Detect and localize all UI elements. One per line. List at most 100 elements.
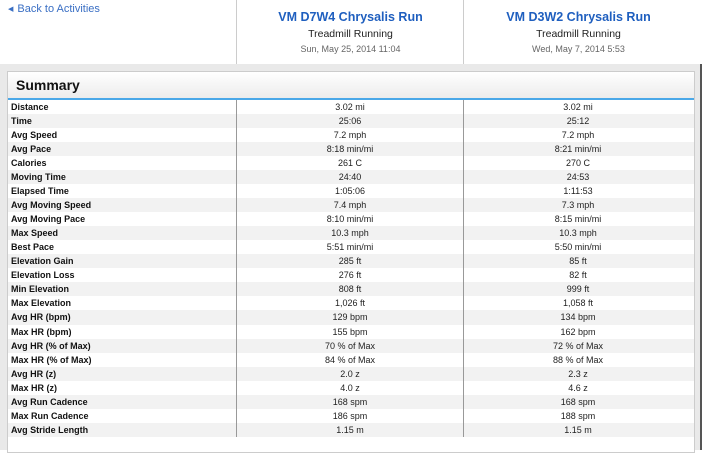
activity-2-value: 72 % of Max (463, 338, 692, 353)
summary-heading: Summary (8, 72, 694, 100)
activity-title-link[interactable]: VM D3W2 Chrysalis Run (464, 10, 693, 24)
activity-2-value: 25:12 (463, 114, 692, 129)
caret-left-icon: ◀ (8, 6, 14, 13)
activity-1-value: 8:10 min/mi (236, 212, 463, 227)
table-row: Avg Speed 7.2 mph 7.2 mph (8, 128, 694, 143)
activity-2-value: 3.02 mi (463, 100, 692, 115)
activity-1-value: 3.02 mi (236, 100, 463, 115)
table-row: Avg HR (z) 2.0 z 2.3 z (8, 366, 694, 381)
activity-title-link[interactable]: VM D7W4 Chrysalis Run (237, 10, 464, 24)
table-row: Max Elevation 1,026 ft 1,058 ft (8, 296, 694, 311)
row-label: Avg Speed (11, 130, 58, 141)
activity-1-value: 10.3 mph (236, 226, 463, 241)
activity-1-value: 7.4 mph (236, 198, 463, 213)
activity-1-value: 168 spm (236, 394, 463, 409)
activity-1-value: 84 % of Max (236, 352, 463, 367)
table-row: Time 25:06 25:12 (8, 114, 694, 129)
activity-2-value: 8:15 min/mi (463, 212, 692, 227)
activity-2-value: 88 % of Max (463, 352, 692, 367)
activity-1-value: 5:51 min/mi (236, 240, 463, 255)
activity-type: Treadmill Running (308, 28, 393, 40)
row-label: Avg HR (% of Max) (11, 340, 91, 351)
table-row: Avg Moving Speed 7.4 mph 7.3 mph (8, 198, 694, 213)
row-label: Min Elevation (11, 284, 70, 295)
table-row: Avg Stride Length 1.15 m 1.15 m (8, 422, 694, 437)
activity-2-value: 270 C (463, 156, 692, 171)
activity-2-value: 999 ft (463, 282, 692, 297)
row-label: Elapsed Time (11, 186, 69, 197)
activity-1-value: 4.0 z (236, 380, 463, 395)
table-row: Elevation Loss 276 ft 82 ft (8, 268, 694, 283)
activity-header-1: VM D7W4 Chrysalis Run Treadmill Running … (236, 0, 464, 64)
summary-table: Distance 3.02 mi 3.02 mi Time 25:06 25:12 Avg … (8, 100, 694, 437)
table-row: Avg Run Cadence 168 spm 168 spm (8, 394, 694, 409)
activity-2-value: 10.3 mph (463, 226, 692, 241)
activity-1-value: 70 % of Max (236, 338, 463, 353)
row-label: Max Speed (11, 228, 59, 239)
activity-1-value: 276 ft (236, 268, 463, 283)
row-label: Elevation Loss (11, 270, 75, 281)
activity-2-value: 2.3 z (463, 366, 692, 381)
activity-2-value: 82 ft (463, 268, 692, 283)
table-row: Elevation Gain 285 ft 85 ft (8, 254, 694, 269)
activity-2-value: 24:53 (463, 170, 692, 185)
back-to-activities-link[interactable]: ◀ Back to Activities (8, 3, 100, 15)
row-label: Avg Stride Length (11, 424, 89, 435)
back-link-label: Back to Activities (17, 3, 100, 15)
activity-1-value: 25:06 (236, 114, 463, 129)
activity-header-2: VM D3W2 Chrysalis Run Treadmill Running … (463, 0, 693, 64)
activity-date: Sun, May 25, 2014 11:04 (300, 44, 401, 54)
row-label: Avg HR (z) (11, 368, 57, 379)
row-label: Distance (11, 102, 49, 112)
row-label: Avg Moving Pace (11, 214, 86, 225)
table-row: Avg HR (bpm) 129 bpm 134 bpm (8, 310, 694, 325)
table-row: Calories 261 C 270 C (8, 156, 694, 171)
table-row: Elapsed Time 1:05:06 1:11:53 (8, 184, 694, 199)
table-row: Avg HR (% of Max) 70 % of Max 72 % of Max (8, 338, 694, 353)
row-label: Moving Time (11, 172, 66, 183)
activity-2-value: 8:21 min/mi (463, 142, 692, 157)
row-label: Best Pace (11, 242, 55, 253)
activity-date: Wed, May 7, 2014 5:53 (532, 44, 625, 54)
activity-1-value: 8:18 min/mi (236, 142, 463, 157)
activity-2-value: 162 bpm (463, 324, 692, 339)
table-row: Best Pace 5:51 min/mi 5:50 min/mi (8, 240, 694, 255)
row-label: Avg Pace (11, 144, 52, 155)
table-row: Avg Pace 8:18 min/mi 8:21 min/mi (8, 142, 694, 157)
summary-panel: Summary Distance 3.02 mi 3.02 mi Time 25:06 2… (0, 64, 702, 453)
summary-box: Summary Distance 3.02 mi 3.02 mi Time 25:06 2… (7, 71, 695, 453)
row-label: Max Elevation (11, 298, 72, 309)
row-label: Avg Moving Speed (11, 200, 92, 211)
activity-2-value: 134 bpm (463, 310, 692, 325)
activity-2-value: 168 spm (463, 394, 692, 409)
table-row: Max HR (bpm) 155 bpm 162 bpm (8, 324, 694, 339)
table-row: Max Run Cadence 186 spm 188 spm (8, 408, 694, 423)
row-label: Max HR (bpm) (11, 326, 72, 337)
activity-1-value: 24:40 (236, 170, 463, 185)
table-row: Min Elevation 808 ft 999 ft (8, 282, 694, 297)
activity-2-value: 1:11:53 (463, 184, 692, 199)
table-row: Avg Moving Pace 8:10 min/mi 8:15 min/mi (8, 212, 694, 227)
table-row: Max Speed 10.3 mph 10.3 mph (8, 226, 694, 241)
activity-2-value: 85 ft (463, 254, 692, 269)
activity-2-value: 188 spm (463, 408, 692, 423)
activity-1-value: 1,026 ft (236, 296, 463, 311)
table-row: Max HR (z) 4.0 z 4.6 z (8, 380, 694, 395)
row-label: Time (11, 116, 32, 127)
activity-1-value: 186 spm (236, 408, 463, 423)
activity-type: Treadmill Running (536, 28, 621, 40)
activity-2-value: 1.15 m (463, 422, 692, 437)
row-label: Max Run Cadence (11, 410, 89, 421)
row-label: Elevation Gain (11, 256, 74, 267)
activity-2-value: 4.6 z (463, 380, 692, 395)
activity-1-value: 155 bpm (236, 324, 463, 339)
activity-2-value: 1,058 ft (463, 296, 692, 311)
row-label: Avg Run Cadence (11, 396, 88, 407)
table-row: Moving Time 24:40 24:53 (8, 170, 694, 185)
row-label: Max HR (% of Max) (11, 354, 92, 365)
row-label: Max HR (z) (11, 382, 58, 393)
activity-1-value: 7.2 mph (236, 128, 463, 143)
activity-1-value: 129 bpm (236, 310, 463, 325)
activity-1-value: 1:05:06 (236, 184, 463, 199)
activity-2-value: 7.2 mph (463, 128, 692, 143)
